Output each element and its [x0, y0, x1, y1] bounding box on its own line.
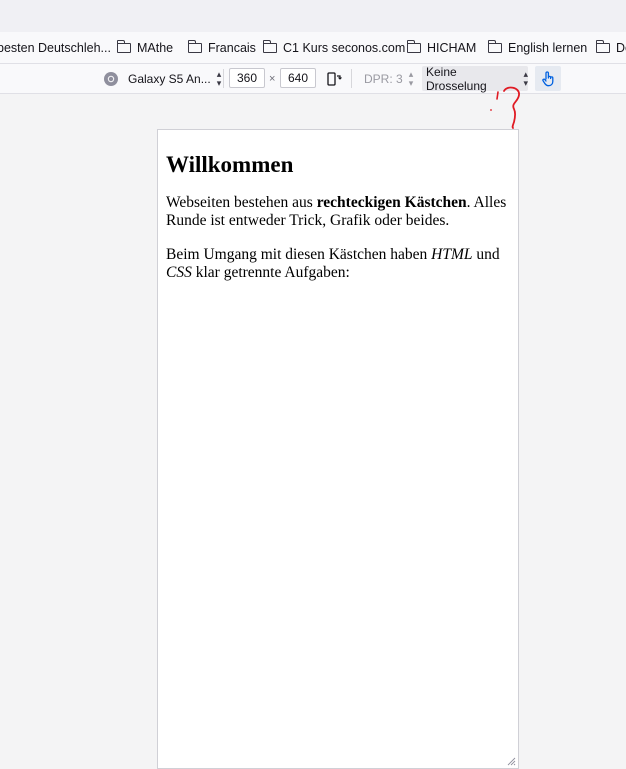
network-throttling-selector[interactable]: Keine Drosselung ▴ ▾ — [422, 64, 528, 93]
viewport-height-input[interactable]: 640 — [280, 68, 316, 88]
bookmark-label: English lernen — [508, 40, 588, 55]
select-arrows-icon: ▴ ▾ — [523, 68, 528, 88]
select-arrows-icon: ▴ ▾ — [408, 68, 414, 88]
bookmark-folder-c1-kurs[interactable]: C1 Kurs seconos.com — [262, 32, 406, 63]
toolbar-divider — [223, 69, 224, 88]
css-term: CSS — [166, 264, 192, 281]
throttling-value: Keine Drosselung — [426, 64, 487, 93]
resize-handle-icon[interactable] — [507, 757, 516, 766]
bookmark-label: Francais — [208, 40, 256, 55]
bookmark-folder-mathe[interactable]: MAthe — [116, 32, 174, 63]
device-selector[interactable]: Galaxy S5 An... ▴ ▾ — [103, 64, 221, 93]
width-value: 360 — [236, 71, 258, 85]
bookmark-label: MAthe — [137, 40, 174, 55]
bookmark-label: besten Deutschleh... — [0, 40, 111, 55]
bookmarks-toolbar: besten Deutschleh... MAthe Francais C1 K… — [0, 32, 626, 64]
rendered-page: Willkommen Webseiten bestehen aus rechte… — [166, 130, 510, 298]
viewport-width-input[interactable]: 360 — [229, 68, 265, 88]
bookmark-folder-de[interactable]: De — [595, 32, 626, 63]
dimension-separator: × — [269, 72, 276, 85]
bookmark-folder-english[interactable]: English lernen — [487, 32, 588, 63]
touch-hand-icon — [542, 71, 554, 87]
responsive-design-toolbar: Galaxy S5 An... ▴ ▾ 360 × 640 DPR: 3 ▴ ▾ K… — [0, 64, 626, 94]
folder-icon — [406, 39, 421, 53]
touch-simulation-button[interactable] — [535, 66, 561, 91]
device-viewport[interactable]: Willkommen Webseiten bestehen aus rechte… — [157, 129, 519, 769]
bookmark-label: HICHAM — [427, 40, 477, 55]
height-value: 640 — [287, 71, 309, 85]
bookmark-folder-francais[interactable]: Francais — [187, 32, 256, 63]
bookmark-item[interactable]: besten Deutschleh... — [0, 32, 111, 63]
paragraph-html-css: Beim Umgang mit diesen Kästchen haben HT… — [166, 246, 500, 281]
chrome-icon — [104, 71, 118, 86]
toolbar-divider — [351, 69, 352, 88]
page-heading: Willkommen — [166, 152, 294, 177]
bold-phrase: rechteckigen Kästchen — [316, 194, 467, 211]
dpr-value: DPR: 3 — [364, 71, 403, 86]
bookmark-label: De — [616, 40, 626, 55]
folder-icon — [116, 39, 131, 53]
select-arrows-icon: ▴ ▾ — [216, 68, 222, 88]
bookmark-folder-hicham[interactable]: HICHAM — [406, 32, 477, 63]
dpr-selector[interactable]: DPR: 3 ▴ ▾ — [364, 64, 413, 93]
folder-icon — [595, 39, 610, 53]
paragraph-intro: Webseiten bestehen aus rechteckigen Käst… — [166, 194, 507, 229]
rotate-icon — [327, 71, 342, 86]
rotate-viewport-button[interactable] — [326, 64, 342, 93]
folder-icon — [187, 39, 202, 53]
html-term: HTML — [431, 246, 473, 263]
browser-top-bar — [0, 0, 626, 32]
bookmark-label: C1 Kurs seconos.com — [283, 40, 406, 55]
device-name: Galaxy S5 An... — [128, 71, 211, 86]
folder-icon — [487, 39, 502, 53]
folder-icon — [262, 39, 277, 53]
